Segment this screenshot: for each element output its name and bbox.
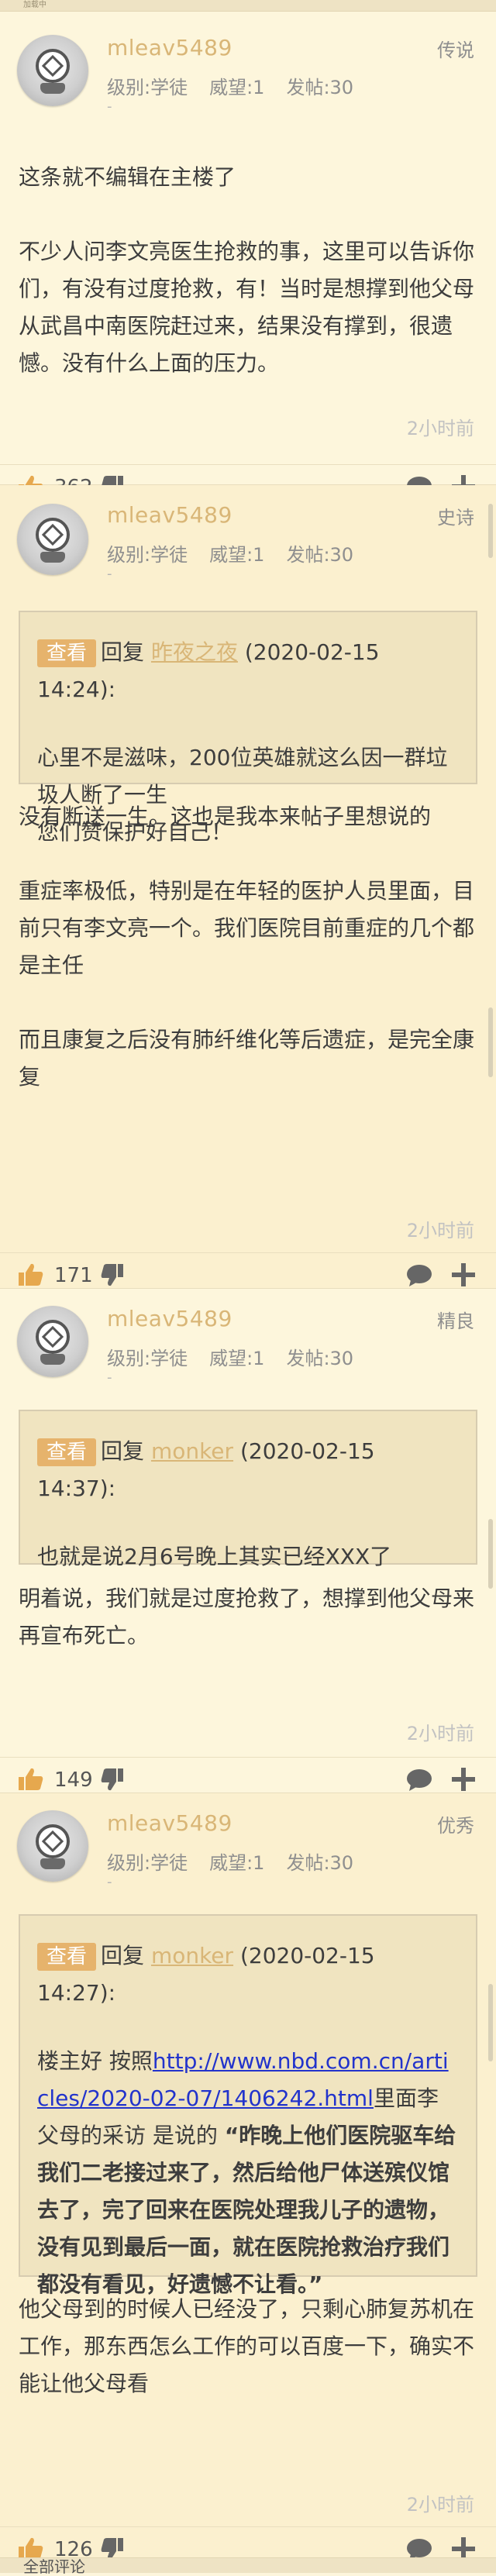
user-post-count: 发帖:30 (286, 1852, 354, 1874)
user-level: 级别:学徒 (107, 1852, 188, 1874)
thumbs-down-icon[interactable] (101, 1767, 124, 1792)
avatar[interactable] (17, 35, 88, 106)
user-post-count: 发帖:30 (286, 1348, 354, 1369)
username[interactable]: mleav5489 (107, 502, 232, 528)
like-count: 149 (54, 1768, 93, 1792)
avatar-neck (40, 552, 65, 563)
quoted-user-link[interactable]: monker (151, 1438, 233, 1464)
post-time: 2小时前 (406, 1723, 474, 1744)
post-paragraph: 而且康复之后没有肺纤维化等后遗症，是完全康复 (19, 1027, 475, 1090)
quote-line: 也就是说2月6号晚上其实已经XXX了 (37, 1544, 392, 1569)
user-prestige: 威望:1 (209, 544, 265, 566)
avatar-icon (36, 1824, 70, 1858)
quote-block: 查看 回复 monker (2020-02-15 14:37): 也就是说2月6号… (19, 1410, 477, 1569)
post-2: mleav5489 级别:学徒 威望:1 发帖:30 - 史诗 查看 回复 昨夜之夜 … (0, 485, 496, 1289)
top-status-text: 加载中 (23, 1, 46, 9)
top-status-bar: 加载中 (0, 0, 496, 12)
post-paragraph: 重症率极低，特别是在年轻的医护人员里面，目前只有李文亮一个。我们医院目前重症的几… (19, 878, 475, 978)
username[interactable]: mleav5489 (107, 1306, 232, 1331)
user-level: 级别:学徒 (107, 1348, 188, 1369)
avatar-icon (36, 518, 70, 552)
user-signature: - (107, 566, 112, 582)
avatar-neck (40, 83, 65, 94)
post-paragraph: 没有断送一生。这也是我本来帖子里想说的 (19, 804, 432, 829)
post-paragraph: 不少人问李文亮医生抢救的事，这里可以告诉你们，有没有过度抢救，有！当时是想撑到他… (19, 239, 475, 376)
view-quote-button[interactable]: 查看 (37, 1438, 97, 1466)
avatar-neck (40, 1858, 65, 1869)
view-quote-button[interactable]: 查看 (37, 639, 97, 667)
post-1: mleav5489 级别:学徒 威望:1 发帖:30 - 传说 这条就不编辑在主楼了… (0, 12, 496, 499)
avatar[interactable] (17, 1306, 88, 1377)
post-header: mleav5489 级别:学徒 威望:1 发帖:30 - 史诗 (0, 485, 496, 582)
post-header: mleav5489 级别:学徒 威望:1 发帖:30 - 传说 (0, 12, 496, 115)
quote-header: 查看 回复 昨夜之夜 (2020-02-15 14:24): (37, 634, 459, 708)
avatar-icon (36, 1320, 70, 1354)
floor-badge: 精良 (437, 1310, 474, 1332)
post-time: 2小时前 (406, 2494, 474, 2516)
all-comments-label: 全部评论 (23, 2557, 85, 2576)
user-meta: 级别:学徒 威望:1 发帖:30 (107, 1848, 375, 1875)
thumbs-up-icon[interactable] (17, 1262, 43, 1287)
user-level: 级别:学徒 (107, 544, 188, 566)
quoted-user-link[interactable]: 昨夜之夜 (151, 639, 238, 665)
avatar-icon (36, 49, 70, 83)
quote-header: 查看 回复 monker (2020-02-15 14:27): (37, 1937, 459, 2012)
post-paragraph: 明着说，我们就是过度抢救了，想撑到他父母来再宣布死亡。 (19, 1586, 475, 1648)
quote-body: 楼主好 按照http://www.nbd.com.cn/articles/202… (37, 2043, 459, 2303)
user-post-count: 发帖:30 (286, 544, 354, 566)
comment-icon[interactable] (406, 1768, 432, 1792)
view-quote-button[interactable]: 查看 (37, 1943, 97, 1971)
post-4: mleav5489 级别:学徒 威望:1 发帖:30 - 优秀 查看 回复 monke… (0, 1793, 496, 2569)
avatar[interactable] (17, 504, 88, 575)
user-level: 级别:学徒 (107, 77, 188, 98)
reply-label: 回复 (101, 639, 145, 665)
username[interactable]: mleav5489 (107, 35, 232, 60)
user-meta: 级别:学徒 威望:1 发帖:30 (107, 72, 375, 99)
floor-badge: 传说 (437, 40, 474, 61)
user-meta: 级别:学徒 威望:1 发帖:30 (107, 1343, 375, 1370)
post-header: mleav5489 级别:学徒 威望:1 发帖:30 - 精良 (0, 1289, 496, 1386)
floor-badge: 优秀 (437, 1815, 474, 1837)
scrollbar-thumb[interactable] (488, 1984, 493, 2061)
post-time: 2小时前 (406, 1220, 474, 1242)
post-time: 2小时前 (406, 418, 474, 439)
quote-header: 查看 回复 monker (2020-02-15 14:37): (37, 1433, 459, 1507)
post-paragraph: 他父母到的时候人已经没了，只剩心肺复苏机在工作，那东西怎么工作的可以百度一下，确… (19, 2296, 475, 2396)
post-paragraph: 这条就不编辑在主楼了 (19, 164, 236, 190)
all-comments-bar[interactable]: 全部评论 (0, 2557, 496, 2576)
reply-label: 回复 (101, 1943, 145, 1968)
quoted-user-link[interactable]: monker (151, 1943, 233, 1968)
post-content: 他父母到的时候人已经没了，只剩心肺复苏机在工作，那东西怎么工作的可以百度一下，确… (0, 2291, 496, 2402)
post-header: mleav5489 级别:学徒 威望:1 发帖:30 - 优秀 (0, 1793, 496, 1890)
quote-bold-text: “昨晚上他们医院驱车给我们二老接过来了，然后给他尸体送殡仪馆去了，完了回来在医院… (37, 2123, 456, 2297)
user-meta: 级别:学徒 威望:1 发帖:30 (107, 539, 375, 567)
user-prestige: 威望:1 (209, 1852, 265, 1874)
plus-icon[interactable] (451, 1767, 476, 1792)
user-post-count: 发帖:30 (286, 77, 354, 98)
username[interactable]: mleav5489 (107, 1810, 232, 1836)
thumbs-down-icon[interactable] (101, 1262, 124, 1287)
post-content: 明着说，我们就是过度抢救了，想撑到他父母来再宣布死亡。 (0, 1580, 496, 1655)
post-content: 这条就不编辑在主楼了 不少人问李文亮医生抢救的事，这里可以告诉你们，有没有过度抢… (0, 159, 496, 382)
quote-block: 查看 回复 monker (2020-02-15 14:27): 楼主好 按照ht… (19, 1914, 477, 2297)
thumbs-up-icon[interactable] (17, 1767, 43, 1792)
post-3: mleav5489 级别:学徒 威望:1 发帖:30 - 精良 查看 回复 monke… (0, 1289, 496, 1793)
user-signature: - (107, 98, 112, 115)
like-count: 171 (54, 1264, 93, 1287)
user-signature: - (107, 1874, 112, 1890)
comment-icon[interactable] (406, 1264, 432, 1287)
user-prestige: 威望:1 (209, 1348, 265, 1369)
user-prestige: 威望:1 (209, 77, 265, 98)
plus-icon[interactable] (451, 1262, 476, 1287)
reply-label: 回复 (101, 1438, 145, 1464)
scrollbar-thumb[interactable] (488, 504, 493, 558)
scrollbar-thumb[interactable] (488, 1519, 493, 1589)
floor-badge: 史诗 (437, 507, 474, 529)
quote-block: 查看 回复 昨夜之夜 (2020-02-15 14:24): 心里不是滋味，200… (19, 611, 477, 845)
quote-text: 楼主好 按照 (37, 2048, 153, 2074)
scrollbar-thumb[interactable] (488, 1007, 493, 1077)
avatar-neck (40, 1354, 65, 1365)
avatar[interactable] (17, 1810, 88, 1882)
user-signature: - (107, 1369, 112, 1386)
